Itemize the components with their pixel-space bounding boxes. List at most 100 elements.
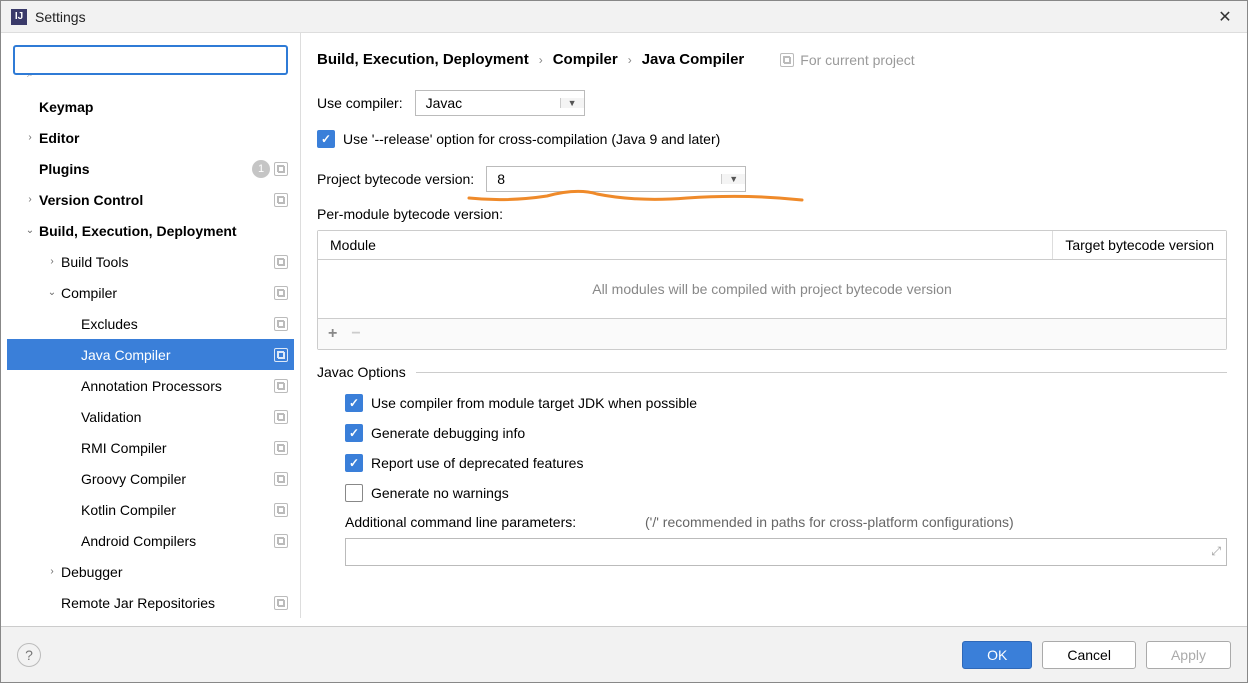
tree-item-label: Android Compilers bbox=[81, 533, 274, 549]
tree-item-remote-jar-repositories[interactable]: Remote Jar Repositories bbox=[7, 587, 294, 618]
breadcrumb-seg[interactable]: Compiler bbox=[553, 51, 618, 68]
chevron-icon: › bbox=[21, 132, 39, 143]
tree-item-label: Kotlin Compiler bbox=[81, 502, 274, 518]
table-col-target[interactable]: Target bytecode version bbox=[1053, 231, 1226, 259]
tree-item-plugins[interactable]: Plugins1 bbox=[7, 153, 294, 184]
chevron-right-icon: › bbox=[539, 53, 543, 67]
tree-item-label: Build, Execution, Deployment bbox=[39, 223, 288, 239]
tree-item-kotlin-compiler[interactable]: Kotlin Compiler bbox=[7, 494, 294, 525]
javac-option-checkbox-0[interactable] bbox=[345, 394, 363, 412]
project-scope-icon bbox=[274, 379, 288, 393]
bytecode-version-label: Project bytecode version: bbox=[317, 171, 474, 187]
divider bbox=[416, 372, 1227, 373]
ok-button[interactable]: OK bbox=[962, 641, 1032, 669]
tree-item-label: Version Control bbox=[39, 192, 274, 208]
project-scope-icon bbox=[274, 472, 288, 486]
add-button[interactable]: + bbox=[328, 325, 337, 343]
breadcrumb-seg: Java Compiler bbox=[642, 51, 745, 68]
tree-item-label: Plugins bbox=[39, 161, 252, 177]
breadcrumb-seg[interactable]: Build, Execution, Deployment bbox=[317, 51, 529, 68]
tree-item-label: Remote Jar Repositories bbox=[61, 595, 274, 611]
dialog-footer: ? OK Cancel Apply bbox=[1, 626, 1247, 682]
tree-item-label: Groovy Compiler bbox=[81, 471, 274, 487]
chevron-icon: ⌄ bbox=[43, 287, 61, 298]
chevron-down-icon: ▼ bbox=[721, 174, 745, 184]
release-option-checkbox[interactable] bbox=[317, 130, 335, 148]
project-scope-icon bbox=[274, 410, 288, 424]
for-current-project-label: For current project bbox=[780, 52, 914, 68]
project-scope-icon bbox=[274, 193, 288, 207]
chevron-icon: ⌄ bbox=[21, 225, 39, 236]
javac-option-label: Report use of deprecated features bbox=[371, 455, 583, 471]
project-scope-icon bbox=[274, 348, 288, 362]
javac-option-checkbox-2[interactable] bbox=[345, 454, 363, 472]
sidebar: ⌕ Keymap›EditorPlugins1›Version Control⌄… bbox=[1, 33, 301, 618]
tree-item-compiler[interactable]: ⌄Compiler bbox=[7, 277, 294, 308]
params-hint: ('/' recommended in paths for cross-plat… bbox=[645, 514, 1014, 530]
release-option-label: Use '--release' option for cross-compila… bbox=[343, 131, 720, 147]
tree-item-label: Debugger bbox=[61, 564, 288, 580]
tree-item-keymap[interactable]: Keymap bbox=[7, 91, 294, 122]
tree-item-build-tools[interactable]: ›Build Tools bbox=[7, 246, 294, 277]
tree-item-annotation-processors[interactable]: Annotation Processors bbox=[7, 370, 294, 401]
tree-item-validation[interactable]: Validation bbox=[7, 401, 294, 432]
remove-button[interactable]: − bbox=[351, 325, 360, 343]
per-module-table: Module Target bytecode version All modul… bbox=[317, 230, 1227, 350]
javac-option-checkbox-1[interactable] bbox=[345, 424, 363, 442]
javac-option-label: Use compiler from module target JDK when… bbox=[371, 395, 697, 411]
project-scope-icon bbox=[274, 441, 288, 455]
window-title: Settings bbox=[35, 9, 1213, 25]
project-scope-icon bbox=[274, 255, 288, 269]
per-module-label: Per-module bytecode version: bbox=[317, 206, 1227, 222]
tree-item-label: Validation bbox=[81, 409, 274, 425]
app-icon: IJ bbox=[11, 9, 27, 25]
chevron-icon: › bbox=[21, 194, 39, 205]
tree-item-label: Compiler bbox=[61, 285, 274, 301]
breadcrumb: Build, Execution, Deployment › Compiler … bbox=[317, 51, 1227, 68]
tree-item-debugger[interactable]: ›Debugger bbox=[7, 556, 294, 587]
tree-item-excludes[interactable]: Excludes bbox=[7, 308, 294, 339]
bytecode-version-select[interactable]: 8 ▼ bbox=[486, 166, 746, 192]
titlebar: IJ Settings ✕ bbox=[1, 1, 1247, 33]
javac-option-checkbox-3[interactable] bbox=[345, 484, 363, 502]
chevron-right-icon: › bbox=[628, 53, 632, 67]
tree-item-label: Keymap bbox=[39, 99, 288, 115]
count-badge: 1 bbox=[252, 160, 270, 178]
tree-item-android-compilers[interactable]: Android Compilers bbox=[7, 525, 294, 556]
project-scope-icon bbox=[274, 162, 288, 176]
project-scope-icon bbox=[274, 534, 288, 548]
javac-options-title: Javac Options bbox=[317, 364, 406, 380]
tree-item-editor[interactable]: ›Editor bbox=[7, 122, 294, 153]
tree-item-label: Build Tools bbox=[61, 254, 274, 270]
cancel-button[interactable]: Cancel bbox=[1042, 641, 1136, 669]
javac-option-label: Generate no warnings bbox=[371, 485, 509, 501]
search-input[interactable] bbox=[13, 45, 288, 75]
params-input[interactable] bbox=[345, 538, 1227, 566]
project-scope-icon bbox=[780, 53, 794, 67]
project-scope-icon bbox=[274, 317, 288, 331]
chevron-icon: › bbox=[43, 566, 61, 577]
table-col-module[interactable]: Module bbox=[318, 231, 1053, 259]
tree-item-label: Annotation Processors bbox=[81, 378, 274, 394]
project-scope-icon bbox=[274, 596, 288, 610]
tree-item-java-compiler[interactable]: Java Compiler bbox=[7, 339, 294, 370]
project-scope-icon bbox=[274, 503, 288, 517]
tree-item-build-execution-deployment[interactable]: ⌄Build, Execution, Deployment bbox=[7, 215, 294, 246]
chevron-down-icon: ▼ bbox=[560, 98, 584, 108]
tree-item-label: RMI Compiler bbox=[81, 440, 274, 456]
tree-item-version-control[interactable]: ›Version Control bbox=[7, 184, 294, 215]
tree-item-label: Editor bbox=[39, 130, 288, 146]
apply-button[interactable]: Apply bbox=[1146, 641, 1231, 669]
tree-item-label: Java Compiler bbox=[81, 347, 274, 363]
table-empty-text: All modules will be compiled with projec… bbox=[318, 260, 1226, 318]
tree-item-label: Excludes bbox=[81, 316, 274, 332]
close-icon[interactable]: ✕ bbox=[1213, 7, 1237, 27]
use-compiler-select[interactable]: Javac ▼ bbox=[415, 90, 585, 116]
help-button[interactable]: ? bbox=[17, 643, 41, 667]
tree-item-groovy-compiler[interactable]: Groovy Compiler bbox=[7, 463, 294, 494]
use-compiler-label: Use compiler: bbox=[317, 95, 403, 111]
chevron-icon: › bbox=[43, 256, 61, 267]
expand-icon[interactable]: ⤢ bbox=[1211, 544, 1221, 559]
javac-option-label: Generate debugging info bbox=[371, 425, 525, 441]
tree-item-rmi-compiler[interactable]: RMI Compiler bbox=[7, 432, 294, 463]
